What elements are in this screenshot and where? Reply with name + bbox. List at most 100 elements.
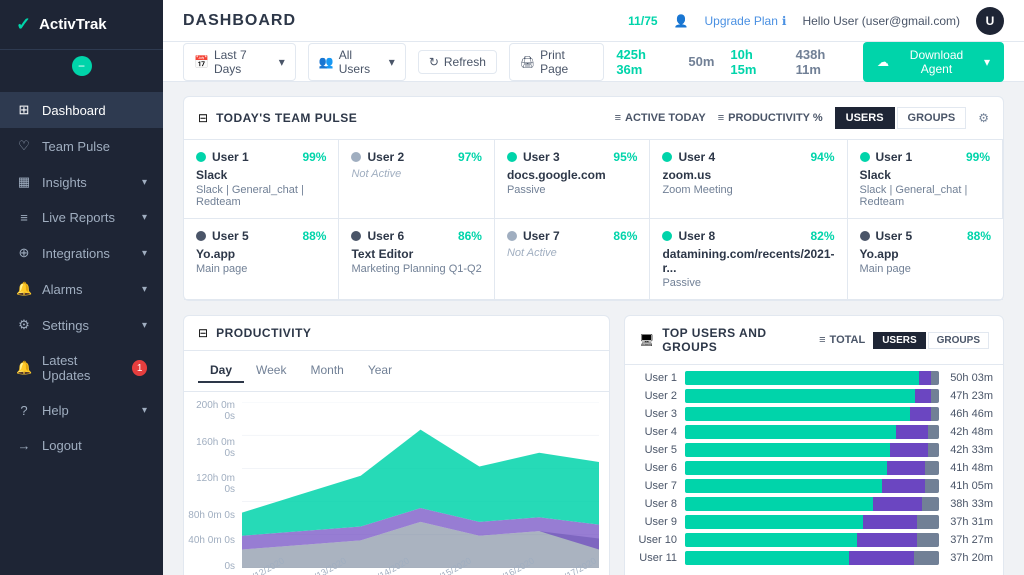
bar-productive [685,371,919,385]
info-icon: ℹ [782,14,787,28]
chart-svg-container [242,402,599,568]
sidebar-collapse-button[interactable]: − [72,56,92,76]
bar-productive [685,407,910,421]
tab-day[interactable]: Day [198,359,244,383]
user-status-dot [196,152,206,162]
groups-tab-top[interactable]: GROUPS [928,332,989,349]
bar-unproductive [882,479,926,493]
page-title: DASHBOARD [183,12,296,30]
user-bar-row: User 10 37h 27m [635,533,993,547]
bar-productive [685,479,882,493]
y-axis-labels: 200h 0m 0s 160h 0m 0s 120h 0m 0s 80h 0m … [184,400,239,572]
sidebar-item-label: Alarms [42,282,82,297]
sidebar-item-help[interactable]: ? Help ▾ [0,393,163,428]
pulse-cell: User 7 86% Not Active [495,219,650,300]
pulse-app-name: datamining.com/recents/2021-r... [662,247,834,275]
upgrade-label: Upgrade Plan [705,14,778,28]
bar-unproductive [857,533,917,547]
refresh-button[interactable]: ↻ Refresh [418,50,497,74]
user-status-dot [662,231,672,241]
bar-unproductive [873,497,923,511]
pulse-user-name-text: User 1 [212,150,249,164]
top-header: DASHBOARD 11/75 👤 Upgrade Plan ℹ Hello U… [163,0,1024,42]
pulse-user-name-text: User 6 [367,229,404,243]
sidebar-item-insights[interactable]: ▦ Insights ▾ [0,164,163,200]
dashboard-content: ⊟ TODAY'S TEAM PULSE ≡ ACTIVE TODAY ≡ PR… [163,82,1024,575]
pulse-percent: 88% [967,229,991,243]
bar-undefined [917,515,939,529]
user-bar-track [685,407,939,421]
toolbar: 📅 Last 7 Days ▾ 👥 All Users ▾ ↻ Refresh … [163,42,1024,82]
team-pulse-title: TODAY'S TEAM PULSE [216,111,357,125]
users-groups-tabs: USERS GROUPS [873,332,989,349]
pulse-cell: User 8 82% datamining.com/recents/2021-r… [650,219,847,300]
refresh-label: Refresh [444,55,486,69]
user-icon: 👤 [674,14,689,28]
sidebar-item-team-pulse[interactable]: ♡ Team Pulse [0,128,163,164]
chevron-down-icon: ▾ [984,55,990,69]
settings-gear-icon[interactable]: ⚙ [978,111,989,125]
top-users-tab-group: ≡ TOTAL USERS GROUPS [819,332,989,349]
bar-undefined [931,407,939,421]
bar-unproductive [890,443,928,457]
user-bar-row: User 6 41h 48m [635,461,993,475]
sidebar-item-latest-updates[interactable]: 🔔 Latest Updates 1 [0,343,163,393]
sidebar-item-alarms[interactable]: 🔔 Alarms ▾ [0,271,163,307]
user-status-dot [507,231,517,241]
users-tab-top[interactable]: USERS [873,332,925,349]
chevron-icon: ▾ [142,320,147,331]
updates-icon: 🔔 [16,360,32,376]
users-tab[interactable]: USERS [835,107,895,129]
y-label-0: 200h 0m 0s [184,400,239,422]
sidebar-item-label: Dashboard [42,103,106,118]
sidebar-item-settings[interactable]: ⚙ Settings ▾ [0,307,163,343]
sidebar-item-label: Help [42,403,69,418]
pulse-cell: User 5 88% Yo.app Main page [848,219,1003,300]
integration-icon: ⊕ [16,245,32,261]
tab-year[interactable]: Year [356,359,404,383]
all-users-button[interactable]: 👥 All Users ▾ [308,43,406,81]
sidebar-item-dashboard[interactable]: ⊞ Dashboard [0,92,163,128]
time-stats: 425h 36m 50m 10h 15m 438h 11m [616,47,851,77]
chevron-down-icon: ▾ [389,55,395,69]
bar-unproductive [915,389,931,403]
tab-month[interactable]: Month [298,359,355,383]
top-users-header: 🖥 TOP USERS AND GROUPS ≡ TOTAL USERS GRO… [625,316,1003,365]
pulse-inactive-text: Not Active [351,168,481,180]
y-label-2: 120h 0m 0s [184,473,239,495]
chevron-icon: ▾ [142,405,147,416]
header-right: 11/75 👤 Upgrade Plan ℹ Hello User (user@… [628,7,1004,35]
pulse-cell: User 2 97% Not Active [339,140,494,219]
user-bar-label: User 4 [635,426,677,438]
filter-icon2: ≡ [819,334,825,346]
productivity-chart-tabs: Day Week Month Year [184,351,609,392]
main-content: DASHBOARD 11/75 👤 Upgrade Plan ℹ Hello U… [163,0,1024,575]
bar-productive [685,533,857,547]
top-users-card: 🖥 TOP USERS AND GROUPS ≡ TOTAL USERS GRO… [624,315,1004,575]
upgrade-link[interactable]: Upgrade Plan ℹ [705,14,787,28]
user-status-dot [351,152,361,162]
date-range-button[interactable]: 📅 Last 7 Days ▾ [183,43,296,81]
download-agent-button[interactable]: ☁ Download Agent ▾ [863,42,1004,82]
groups-tab[interactable]: GROUPS [897,107,967,129]
pulse-percent: 86% [458,229,482,243]
sidebar: ✓ ActivTrak − ⊞ Dashboard ♡ Team Pulse ▦… [0,0,163,575]
pulse-app-name: Yo.app [196,247,326,261]
user-bar-time: 41h 48m [947,462,993,474]
monitor-icon: 🖥 [639,333,654,347]
sidebar-item-live-reports[interactable]: ≡ Live Reports ▾ [0,200,163,235]
print-button[interactable]: 🖨 Print Page [509,43,604,81]
chart-header-icon: ⊟ [198,326,208,340]
logo-icon: ✓ [16,14,31,35]
sidebar-item-integrations[interactable]: ⊕ Integrations ▾ [0,235,163,271]
user-bar-label: User 7 [635,480,677,492]
pulse-percent: 86% [613,229,637,243]
sidebar-item-logout[interactable]: → Logout [0,428,163,463]
pulse-icon: ♡ [16,138,32,154]
productivity-chart-area: 200h 0m 0s 160h 0m 0s 120h 0m 0s 80h 0m … [184,392,609,575]
pulse-app-detail: Marketing Planning Q1-Q2 [351,263,481,275]
tab-week[interactable]: Week [244,359,298,383]
users-bar-list: User 1 50h 03m User 2 47h 23m User 3 46h… [625,365,1003,575]
bar-undefined [925,461,939,475]
pulse-app-name: Text Editor [351,247,481,261]
